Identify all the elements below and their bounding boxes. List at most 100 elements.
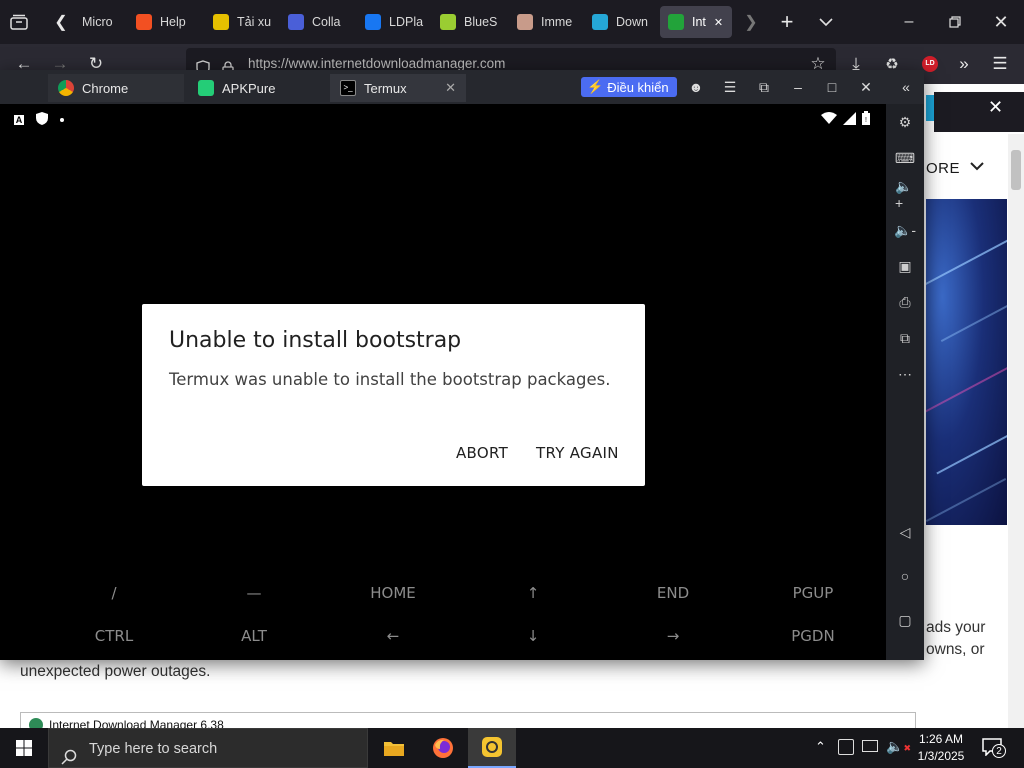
extra-key-up[interactable]: ↑: [463, 584, 603, 602]
android-home-icon[interactable]: ○: [895, 566, 915, 586]
status-bar-right: !: [821, 111, 870, 128]
minimize-icon[interactable]: –: [886, 0, 932, 44]
try-again-button[interactable]: TRY AGAIN: [536, 444, 619, 462]
notification-count-badge: 2: [992, 744, 1006, 758]
clock-date: 1/3/2025: [917, 749, 965, 763]
install-apk-icon[interactable]: ⎙: [895, 292, 915, 312]
browser-tab-label: BlueS: [464, 15, 498, 29]
dialog-title: Unable to install bootstrap: [169, 328, 462, 353]
settings-gear-icon[interactable]: ⚙: [895, 112, 915, 132]
action-center-icon[interactable]: 2: [982, 738, 1006, 758]
abort-button[interactable]: ABORT: [456, 444, 508, 462]
emulator-tab-apkpure[interactable]: APKPure: [188, 74, 326, 102]
extra-key-pgdn[interactable]: PGDN: [743, 627, 883, 645]
browser-tab[interactable]: Imme: [509, 6, 579, 38]
more-menu-label[interactable]: ORE: [926, 160, 960, 177]
wifi-icon: [821, 112, 837, 127]
display-icon[interactable]: [862, 740, 878, 752]
ldplayer-icon[interactable]: [468, 728, 516, 768]
menu-icon[interactable]: ☰: [988, 52, 1012, 76]
emulator-tab-label: Chrome: [82, 80, 129, 96]
emulator-tab-label: APKPure: [222, 80, 276, 96]
tab-favicon-icon: [517, 14, 533, 30]
url-text[interactable]: https://www.internetdownloadmanager.com: [248, 56, 505, 71]
scrollbar-thumb[interactable]: [1011, 150, 1021, 190]
extra-key-home[interactable]: HOME: [323, 584, 463, 602]
more-options-icon[interactable]: ⋯: [895, 364, 915, 384]
browser-tab[interactable]: Int ✕: [660, 6, 732, 38]
emulator-sidebar: ⚙ ⌨ 🔈+ 🔈- ▣ ⎙ ⧉ ⋯ ◁ ○ ▢: [886, 104, 924, 660]
volume-up-icon[interactable]: 🔈+: [895, 178, 915, 211]
control-button-label: Điều khiển: [607, 79, 669, 95]
tab-favicon-icon: [440, 14, 456, 30]
svg-text:!: !: [865, 117, 867, 124]
emulator-minimize-icon[interactable]: –: [788, 77, 808, 97]
browser-tab[interactable]: BlueS: [432, 6, 502, 38]
dialog-message: Termux was unable to install the bootstr…: [169, 370, 611, 389]
android-screen: A ! Unable to install bootstrap Termux w…: [0, 104, 886, 660]
search-icon: [61, 741, 77, 768]
control-button[interactable]: ⚡ Điều khiển: [581, 77, 677, 97]
extra-key-dash[interactable]: —: [184, 584, 324, 602]
notification-a-icon: A: [14, 115, 24, 125]
taskbar-clock[interactable]: 1:26 AM 1/3/2025: [906, 731, 976, 765]
browser-tab-strip: ❮ Micro Help Tải xu Colla LDPla BlueS Imme Down…: [0, 0, 1024, 44]
clock-time: 1:26 AM: [918, 732, 964, 746]
tab-favicon-icon: [288, 14, 304, 30]
extra-key-ctrl[interactable]: CTRL: [44, 627, 184, 645]
emulator-maximize-icon[interactable]: □: [822, 77, 842, 97]
extra-key-slash[interactable]: /: [44, 584, 184, 602]
browser-tab-label: Imme: [541, 15, 573, 29]
close-tab-icon[interactable]: ✕: [445, 80, 456, 96]
close-icon[interactable]: ✕: [988, 97, 1003, 118]
volume-down-icon[interactable]: 🔈-: [894, 220, 916, 240]
overflow-chevrons-icon[interactable]: »: [952, 52, 976, 76]
browser-tab[interactable]: Micro: [74, 6, 124, 38]
extra-key-end[interactable]: END: [603, 584, 743, 602]
close-tab-icon[interactable]: ✕: [714, 16, 723, 29]
emulator-tab-termux[interactable]: >_ Termux ✕: [330, 74, 466, 102]
tab-list-chevron-icon[interactable]: [816, 12, 836, 32]
restore-icon[interactable]: [932, 0, 978, 44]
extra-key-pgup[interactable]: PGUP: [743, 584, 883, 602]
site-scrollbar[interactable]: [1008, 134, 1024, 728]
multi-instance-icon[interactable]: ⧉: [895, 328, 915, 348]
android-back-icon[interactable]: ◁: [895, 522, 915, 542]
account-icon[interactable]: ☻: [686, 77, 706, 97]
extra-key-right[interactable]: →: [603, 627, 743, 645]
close-icon[interactable]: ✕: [978, 0, 1024, 44]
browser-tab[interactable]: LDPla: [357, 6, 427, 38]
android-recents-icon[interactable]: ▢: [895, 610, 915, 630]
file-explorer-icon[interactable]: [370, 728, 418, 768]
collapse-sidebar-icon[interactable]: «: [896, 77, 916, 97]
emulator-tab-chrome[interactable]: Chrome: [48, 74, 184, 102]
browser-tab[interactable]: Colla: [280, 6, 350, 38]
browser-tab-label: Down: [616, 15, 648, 29]
show-hidden-icons-icon[interactable]: ⌃: [815, 739, 826, 755]
tab-scroll-right-icon[interactable]: ❯: [742, 12, 760, 32]
extra-key-down[interactable]: ↓: [463, 627, 603, 645]
extra-key-left[interactable]: ←: [323, 627, 463, 645]
browser-tab[interactable]: Down: [584, 6, 654, 38]
new-tab-icon[interactable]: +: [776, 9, 798, 34]
windows-start-icon[interactable]: [0, 728, 48, 768]
tab-scroll-left-icon[interactable]: ❮: [52, 12, 70, 32]
firefox-icon[interactable]: [419, 728, 467, 768]
emulator-menu-icon[interactable]: ☰: [720, 77, 740, 97]
search-placeholder: Type here to search: [89, 741, 218, 757]
extra-key-alt[interactable]: ALT: [184, 627, 324, 645]
keyboard-mapping-icon[interactable]: ⌨: [895, 148, 915, 168]
taskbar-search-input[interactable]: Type here to search: [48, 728, 368, 768]
multi-window-icon[interactable]: ⧉: [754, 77, 774, 97]
site-notice-bar: [934, 92, 1024, 132]
emulator-close-icon[interactable]: ✕: [856, 77, 876, 97]
chevron-down-icon[interactable]: [970, 158, 984, 174]
browser-tab-label: Colla: [312, 15, 341, 29]
browser-tab-label: LDPla: [389, 15, 424, 29]
network-monitor-icon[interactable]: [838, 739, 854, 755]
tab-favicon-icon: [668, 14, 684, 30]
browser-tab[interactable]: Help: [128, 6, 198, 38]
browser-tab[interactable]: Tải xu: [205, 6, 275, 38]
screenshot-icon[interactable]: ▣: [895, 256, 915, 276]
tab-manager-icon[interactable]: [8, 12, 30, 32]
